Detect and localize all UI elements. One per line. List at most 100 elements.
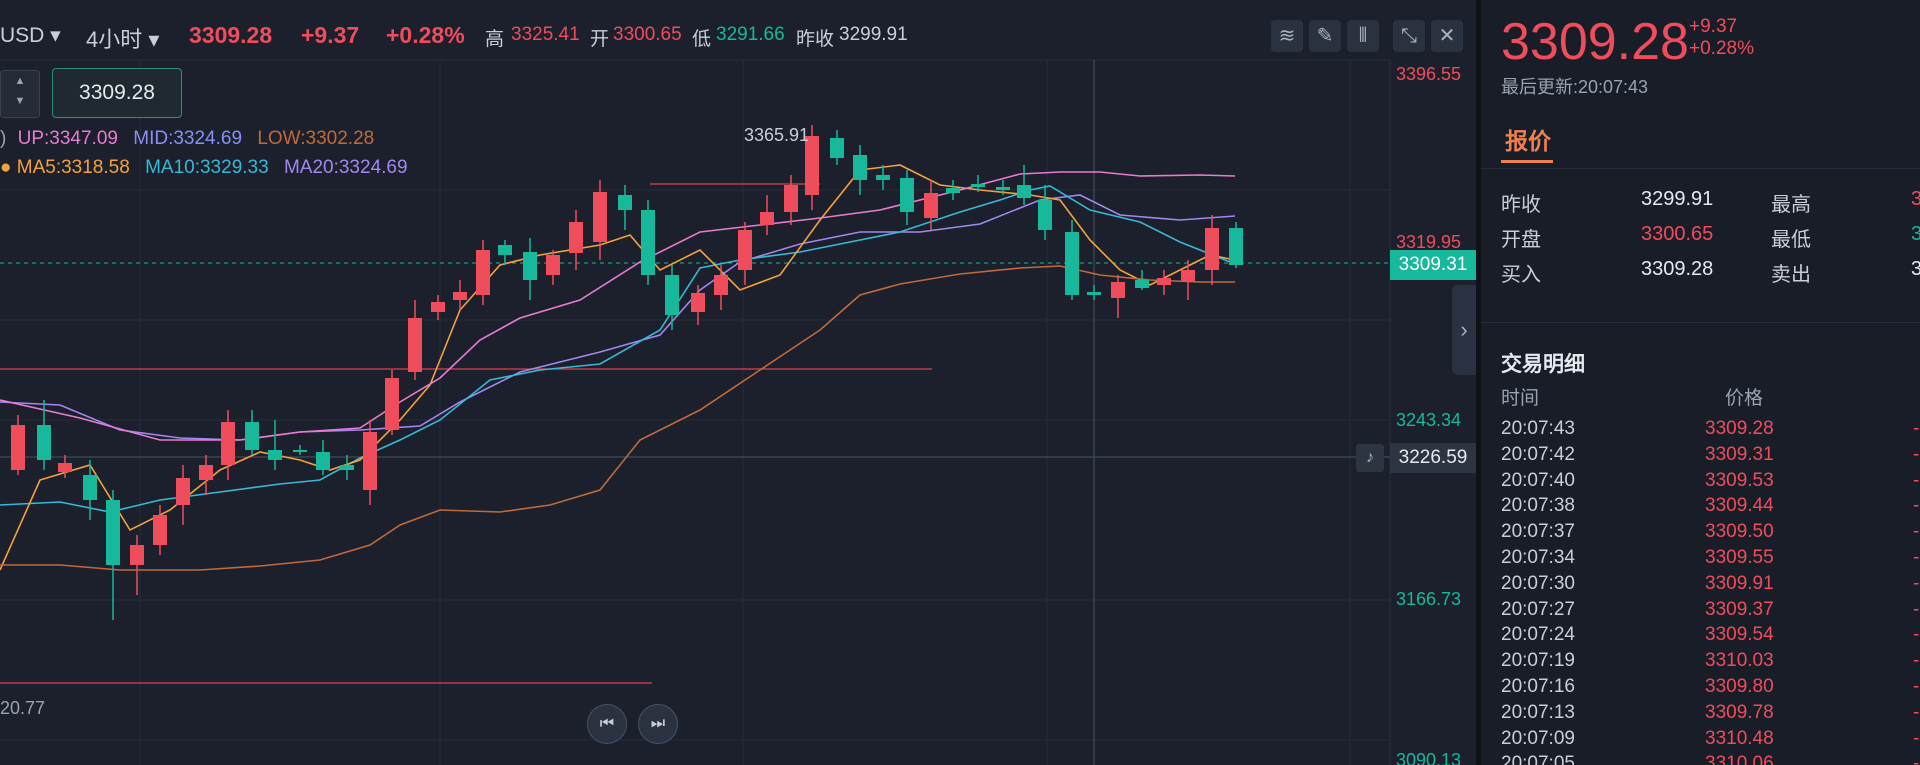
candlestick-chart[interactable] — [0, 0, 1476, 765]
low-value: 3291.66 — [716, 24, 785, 45]
candle-body — [738, 230, 752, 270]
candle-body — [924, 193, 938, 218]
panel-change: +9.37 +0.28% — [1689, 16, 1754, 60]
pencil-icon[interactable]: ✎ — [1309, 20, 1341, 52]
trade-time: 20:07:30 — [1501, 572, 1575, 594]
trade-time: 20:07:24 — [1501, 624, 1575, 646]
prev-close-value: 3299.91 — [839, 24, 908, 45]
close-icon[interactable]: ✕ — [1431, 20, 1463, 52]
candle-body — [1038, 200, 1052, 230]
trade-price: 3310.06 — [1705, 753, 1774, 765]
collapse-icon[interactable]: ⤡ — [1393, 20, 1425, 52]
candle-body — [431, 302, 445, 312]
candle-body — [714, 275, 728, 295]
candle-body — [385, 378, 399, 430]
open-label: 开 — [590, 29, 610, 50]
candle-body — [199, 465, 213, 480]
ask-label: 卖出 — [1771, 264, 1811, 286]
candle-body — [11, 425, 25, 470]
trade-price: 3309.53 — [1705, 469, 1774, 491]
candle-body — [245, 422, 259, 450]
trade-time: 20:07:05 — [1501, 753, 1575, 765]
chart-type-icon[interactable]: ≋ — [1271, 20, 1303, 52]
candle-body — [153, 515, 167, 545]
y-axis-label: 3396.55 — [1396, 64, 1462, 84]
price-stepper[interactable]: ▲ ▼ — [0, 70, 40, 118]
alert-price-tag[interactable]: 3226.59 — [1390, 443, 1476, 473]
ma-legend: ● MA5:3318.58 MA10:3329.33 MA20:3324.69 — [0, 157, 408, 178]
low-value-clipped: 3 — [1911, 223, 1920, 245]
trade-price: 3309.80 — [1705, 676, 1774, 697]
candle-body — [340, 465, 354, 470]
candle-body — [641, 210, 655, 275]
candle-body — [293, 450, 307, 452]
candle-body — [83, 475, 97, 500]
chart-toolbar: USD ▾ 4小时 ▾ 3309.28 +9.37 +0.28% 高 3325.… — [0, 0, 1476, 74]
candle-body — [498, 245, 512, 255]
trade-volume-clipped: - — [1913, 624, 1920, 646]
period-selector[interactable]: 4小时 ▾ — [86, 22, 159, 54]
trade-price: 3309.44 — [1705, 495, 1774, 517]
candle-body — [618, 195, 632, 210]
open-label: 开盘 — [1501, 229, 1541, 251]
bid-value: 3309.28 — [1641, 258, 1714, 280]
candle-body — [1205, 228, 1219, 270]
candle-body — [408, 318, 422, 372]
trade-time: 20:07:16 — [1501, 676, 1575, 697]
price-input[interactable]: 3309.28 — [52, 68, 182, 118]
candle-body — [996, 187, 1010, 190]
trade-time: 20:07:37 — [1501, 521, 1575, 543]
trade-volume-clipped: - — [1913, 753, 1920, 765]
boll-low-value: LOW:3302.28 — [257, 128, 375, 149]
candle-body — [130, 545, 144, 565]
trade-price: 3309.91 — [1705, 572, 1774, 594]
trade-volume-clipped: - — [1913, 701, 1920, 723]
col-time: 时间 — [1501, 388, 1540, 409]
trade-price: 3310.48 — [1705, 727, 1774, 749]
trade-volume-clipped: - — [1913, 521, 1920, 543]
bell-icon[interactable]: ♪ — [1356, 444, 1384, 472]
tab-quote[interactable]: 报价 — [1505, 122, 1551, 156]
candle-body — [784, 185, 798, 212]
boll-mid-value: MID:3324.69 — [133, 128, 243, 149]
trade-time: 20:07:43 — [1501, 418, 1575, 439]
chevron-right-icon[interactable]: › — [1452, 285, 1476, 375]
ma10-value: MA10:3329.33 — [145, 157, 269, 178]
indicator-icon[interactable]: ⫴ — [1347, 20, 1379, 52]
trade-volume-clipped: - — [1913, 495, 1920, 517]
bottom-left-label: 20.77 — [0, 698, 46, 718]
trade-price: 3309.78 — [1705, 701, 1774, 723]
high-label: 最高 — [1771, 194, 1811, 216]
active-tab-indicator — [1501, 160, 1553, 163]
prev-icon[interactable]: ⏮ — [587, 704, 627, 744]
next-icon[interactable]: ⏭ — [638, 704, 678, 744]
prev-close-label: 昨收 — [796, 29, 835, 50]
high-label: 高 — [485, 29, 505, 50]
trade-volume-clipped: - — [1913, 469, 1920, 491]
candle-body — [760, 212, 774, 225]
candle-body — [37, 425, 51, 460]
trade-time: 20:07:38 — [1501, 495, 1575, 517]
ma5-value: MA5:3318.58 — [16, 157, 130, 178]
candle-body — [876, 175, 890, 180]
trade-price: 3310.03 — [1705, 650, 1774, 672]
candle-body — [830, 138, 844, 158]
ma20-value: MA20:3324.69 — [283, 157, 408, 178]
panel-change-pct: +0.28% — [1689, 38, 1754, 59]
candle-body — [1111, 282, 1125, 298]
y-axis-label: 3243.34 — [1396, 410, 1462, 430]
price-change-pct: +0.28% — [386, 22, 465, 48]
candle-body — [58, 463, 72, 472]
trade-time: 20:07:40 — [1501, 469, 1575, 491]
candle-body — [476, 250, 490, 295]
candle-body — [316, 452, 330, 470]
chart-pane[interactable]: USD ▾ 4小时 ▾ 3309.28 +9.37 +0.28% 高 3325.… — [0, 0, 1476, 765]
symbol-selector[interactable]: USD ▾ — [0, 23, 61, 48]
trade-volume-clipped: - — [1913, 443, 1920, 465]
candle-body — [523, 252, 537, 280]
panel-price: 3309.28 — [1501, 13, 1689, 71]
y-axis-label: 3166.73 — [1396, 589, 1462, 609]
candle-body — [1017, 185, 1031, 198]
trade-time: 20:07:42 — [1501, 443, 1575, 465]
high-value-clipped: 3 — [1911, 188, 1920, 210]
